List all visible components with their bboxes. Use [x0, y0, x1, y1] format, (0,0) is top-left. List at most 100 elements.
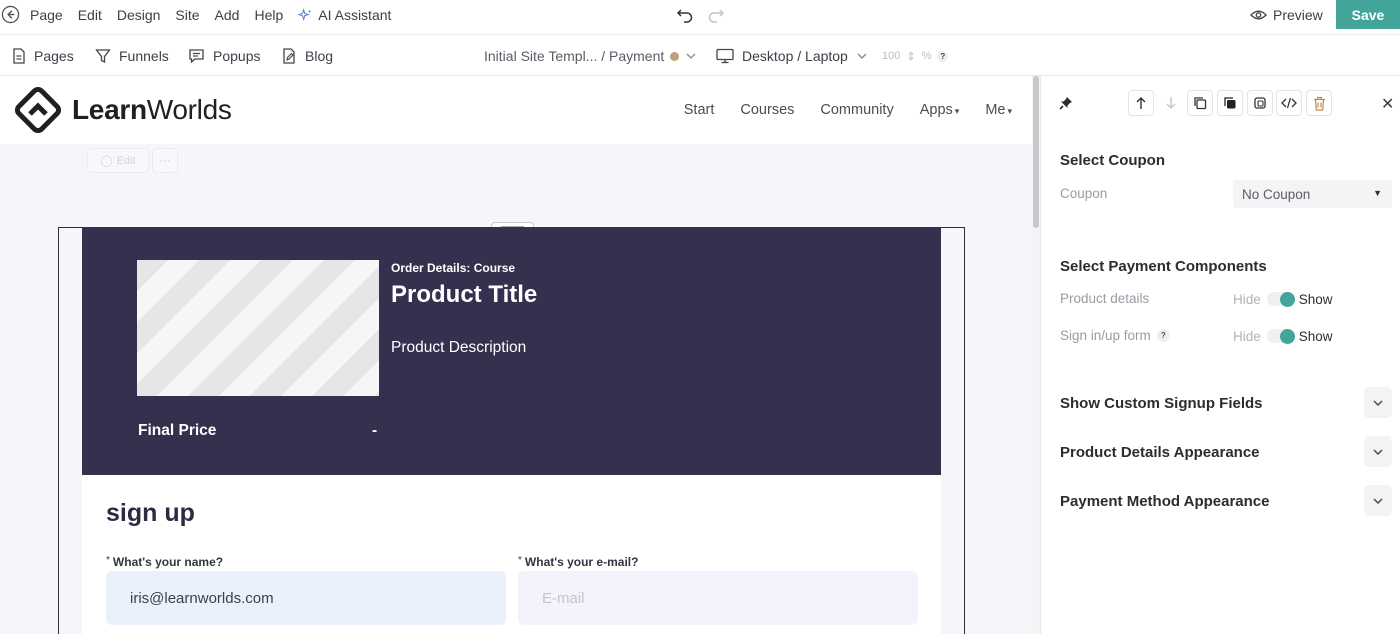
- accordion-label: Product Details Appearance: [1060, 443, 1260, 461]
- nav-apps[interactable]: Apps: [920, 102, 960, 118]
- signin-form-toggle[interactable]: Hide Show: [1233, 326, 1333, 346]
- signup-form: sign up *What's your name? *What's your …: [82, 475, 941, 634]
- stepper-arrows-icon[interactable]: ⇕: [906, 50, 915, 63]
- settings-panel: ✕ Select Coupon Coupon No Coupon ▼ Selec…: [1040, 76, 1400, 634]
- product-details-toggle[interactable]: Hide Show: [1233, 289, 1333, 309]
- popups-button[interactable]: Popups: [188, 35, 260, 77]
- preview-label: Preview: [1273, 7, 1323, 23]
- toggle-switch[interactable]: [1266, 328, 1295, 344]
- undo-icon[interactable]: [676, 6, 694, 24]
- edit-label: Edit: [116, 154, 136, 167]
- caret-down-icon: ▼: [1373, 188, 1382, 198]
- name-input[interactable]: [106, 571, 506, 625]
- page-icon: [13, 48, 25, 64]
- accordion-product-details-appearance[interactable]: Product Details Appearance: [1060, 436, 1392, 468]
- device-selector[interactable]: Desktop / Laptop: [716, 35, 868, 77]
- site-logo[interactable]: LearnWorlds: [14, 86, 232, 134]
- canvas-scrollbar-thumb[interactable]: [1033, 76, 1039, 228]
- menu-edit[interactable]: Edit: [78, 7, 102, 23]
- menu-help[interactable]: Help: [254, 7, 283, 23]
- learnworlds-logo-icon: [14, 86, 62, 134]
- accordion-custom-signup-fields[interactable]: Show Custom Signup Fields: [1060, 387, 1392, 419]
- blog-button[interactable]: Blog: [282, 35, 333, 77]
- chevron-down-icon[interactable]: [1364, 485, 1392, 516]
- paste-style-icon[interactable]: [1247, 90, 1273, 116]
- site-navigation: Start Courses Community Apps Me: [684, 76, 1012, 144]
- nav-community[interactable]: Community: [820, 102, 893, 118]
- ai-assistant-button[interactable]: AI Assistant: [298, 7, 406, 23]
- eye-icon: [1250, 10, 1267, 20]
- final-price-value: -: [372, 422, 378, 439]
- duplicate-icon[interactable]: [1187, 90, 1213, 116]
- funnel-icon: [95, 49, 111, 64]
- product-description: Product Description: [391, 339, 527, 356]
- email-label-text: What's your e-mail?: [524, 555, 639, 569]
- logo-wordmark: LearnWorlds: [72, 94, 232, 126]
- accordion-label: Payment Method Appearance: [1060, 492, 1270, 510]
- preview-button[interactable]: Preview: [1250, 0, 1323, 30]
- trash-icon[interactable]: [1306, 90, 1332, 116]
- menu-page[interactable]: Page: [30, 7, 63, 23]
- email-field-label: * What's your e-mail?: [518, 555, 638, 569]
- chevron-down-icon[interactable]: [1364, 436, 1392, 467]
- coupon-label: Coupon: [1060, 186, 1107, 201]
- funnels-button[interactable]: Funnels: [95, 35, 169, 77]
- menu-design[interactable]: Design: [117, 7, 161, 23]
- editor-toolbar: Pages Funnels Popups Blog Initial Site T…: [0, 34, 1400, 76]
- save-button[interactable]: Save: [1336, 0, 1400, 29]
- section-more-button[interactable]: ⋯: [152, 148, 178, 173]
- help-question-icon[interactable]: ?: [937, 50, 949, 62]
- panel-toolbar: [1041, 90, 1400, 116]
- editor-canvas: LearnWorlds Start Courses Community Apps…: [0, 76, 1032, 634]
- required-asterisk: *: [518, 555, 522, 566]
- help-question-icon[interactable]: ?: [1156, 329, 1170, 342]
- funnels-label: Funnels: [119, 48, 169, 64]
- chevron-down-icon[interactable]: [1364, 387, 1392, 418]
- show-label: Show: [1298, 291, 1333, 307]
- shield-icon: ◯: [100, 155, 113, 167]
- close-icon[interactable]: ✕: [1381, 94, 1394, 114]
- zoom-control[interactable]: 100 ⇕ % ?: [882, 35, 949, 77]
- copy-style-icon[interactable]: [1217, 90, 1243, 116]
- menu-site[interactable]: Site: [175, 7, 199, 23]
- name-label-text: What's your name?: [112, 555, 224, 569]
- signin-form-row-label: Sign in/up form?: [1060, 328, 1170, 343]
- order-details-label: Order Details: Course: [391, 261, 516, 275]
- pages-button[interactable]: Pages: [12, 35, 74, 77]
- page-breadcrumb[interactable]: Initial Site Templ... / Payment: [484, 35, 697, 77]
- site-header: LearnWorlds Start Courses Community Apps…: [0, 76, 1032, 144]
- nav-courses[interactable]: Courses: [740, 102, 794, 118]
- select-coupon-heading: Select Coupon: [1060, 152, 1166, 169]
- zoom-value[interactable]: 100: [882, 50, 900, 62]
- section-edit-button[interactable]: ◯ Edit: [87, 148, 149, 173]
- redo-icon[interactable]: [707, 6, 725, 24]
- pin-icon[interactable]: [1053, 90, 1079, 116]
- arrow-down-icon[interactable]: [1158, 90, 1184, 116]
- product-image-placeholder[interactable]: [137, 260, 379, 396]
- zoom-unit: %: [921, 50, 932, 62]
- coupon-select-value: No Coupon: [1242, 186, 1311, 202]
- desktop-monitor-icon: [716, 48, 734, 64]
- main-menu: Page Edit Design Site Add Help AI Assist…: [30, 0, 421, 30]
- select-components-heading: Select Payment Components: [1060, 258, 1267, 275]
- nav-start[interactable]: Start: [684, 102, 715, 118]
- coupon-select[interactable]: No Coupon ▼: [1233, 180, 1392, 208]
- pages-label: Pages: [34, 48, 74, 64]
- breadcrumb-text: Initial Site Templ... / Payment: [484, 48, 665, 64]
- email-input[interactable]: [518, 571, 918, 625]
- back-circle-icon[interactable]: [1, 5, 20, 24]
- nav-me[interactable]: Me: [985, 102, 1012, 118]
- blog-label: Blog: [305, 48, 334, 64]
- code-icon[interactable]: [1276, 90, 1302, 116]
- logo-bold: Learn: [72, 94, 147, 125]
- accordion-label: Show Custom Signup Fields: [1060, 394, 1263, 412]
- toggle-switch[interactable]: [1266, 291, 1295, 307]
- accordion-payment-method-appearance[interactable]: Payment Method Appearance: [1060, 485, 1392, 517]
- hide-label: Hide: [1233, 291, 1261, 307]
- coupon-label-text: Coupon: [1060, 186, 1108, 201]
- arrow-up-icon[interactable]: [1128, 90, 1154, 116]
- sparkle-icon: [298, 7, 312, 21]
- signin-form-label: Sign in/up form: [1060, 328, 1151, 343]
- ai-assistant-label: AI Assistant: [318, 7, 392, 23]
- menu-add[interactable]: Add: [215, 7, 240, 23]
